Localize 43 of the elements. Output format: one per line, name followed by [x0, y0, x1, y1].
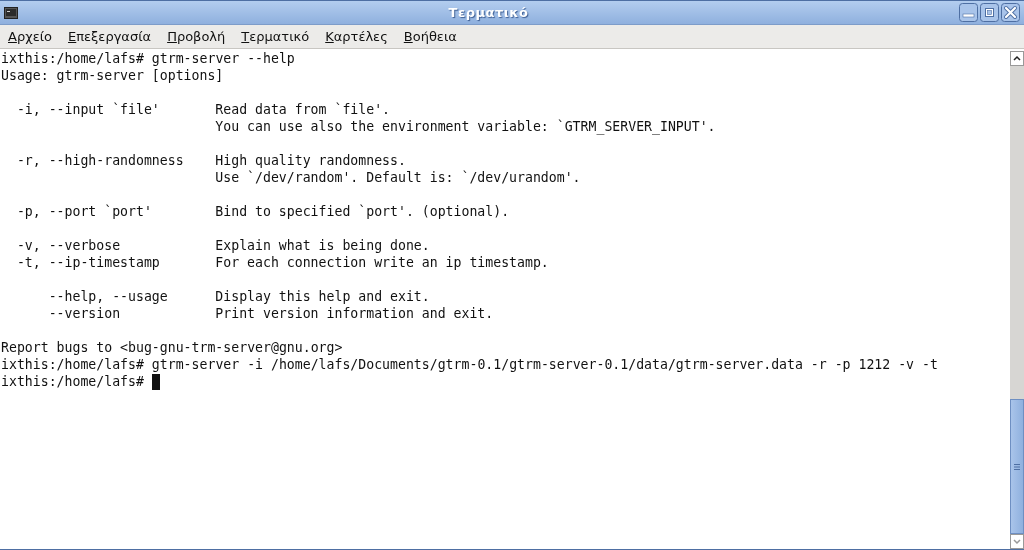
option-short-text: -p,: [16, 204, 41, 219]
window-title: Τερματικό: [447, 5, 530, 20]
menu-item[interactable]: Αρχείο: [0, 26, 61, 47]
option-short-text: -i,: [16, 102, 41, 117]
option-name: --help, --usage: [48, 289, 168, 304]
option-name: --verbose: [48, 238, 121, 253]
option-description: Explain what is being done.: [215, 237, 430, 254]
option-description: High quality randomness.: [215, 152, 406, 169]
close-button[interactable]: [1001, 3, 1020, 22]
prompt-text: ixthis:/home/lafs#: [1, 50, 144, 67]
menu-item[interactable]: Καρτέλες: [317, 26, 396, 47]
scrollbar[interactable]: [1010, 51, 1024, 549]
scroll-down-button[interactable]: [1010, 534, 1024, 549]
option-short-text: -r,: [16, 153, 41, 168]
option-name: --input `file': [48, 102, 160, 117]
option-description: Use `/dev/random'. Default is: `/dev/urandom'.: [215, 169, 581, 186]
option-description: Print version information and exit.: [215, 305, 494, 322]
output-text: Report bugs to <bug-gnu-trm-server@gnu.org>: [1, 339, 343, 356]
command-text: gtrm-server --help: [151, 50, 295, 67]
option-short-text: -v,: [16, 238, 41, 253]
option-name: --port `port': [48, 204, 152, 219]
option-description: For each connection write an ip timestamp.: [215, 254, 549, 271]
output-text: Usage: gtrm-server [options]: [1, 67, 224, 84]
minimize-button[interactable]: [959, 3, 978, 22]
scroll-thumb[interactable]: [1010, 399, 1024, 534]
menu-item[interactable]: Επεξεργασία: [60, 26, 160, 47]
maximize-button[interactable]: [980, 3, 999, 22]
option-description: Bind to specified `port'. (optional).: [215, 203, 510, 220]
option-description: Read data from `file'.: [215, 101, 390, 118]
prompt-text: ixthis:/home/lafs#: [1, 373, 144, 390]
menu-item[interactable]: Βοήθεια: [395, 26, 465, 47]
option-name: --high-randomness: [48, 153, 184, 168]
command-text: gtrm-server -i /home/lafs/Documents/gtrm-0.1/gtrm-server-0.1/data/gtrm-server.data -r -p 1212 -v -t: [151, 356, 938, 373]
option-description: Display this help and exit.: [215, 288, 430, 305]
prompt-text: ixthis:/home/lafs#: [1, 356, 144, 373]
option-name: --ip-timestamp: [48, 255, 160, 270]
option-description: You can use also the environment variable: `GTRM_SERVER_INPUT'.: [215, 118, 716, 135]
menu-item[interactable]: Προβολή: [159, 26, 234, 47]
menu-item[interactable]: Τερματικό: [233, 26, 318, 47]
scroll-up-button[interactable]: [1010, 51, 1024, 66]
terminal-icon: [4, 6, 18, 19]
option-name: --version: [48, 306, 121, 321]
option-short-text: -t,: [16, 255, 41, 270]
